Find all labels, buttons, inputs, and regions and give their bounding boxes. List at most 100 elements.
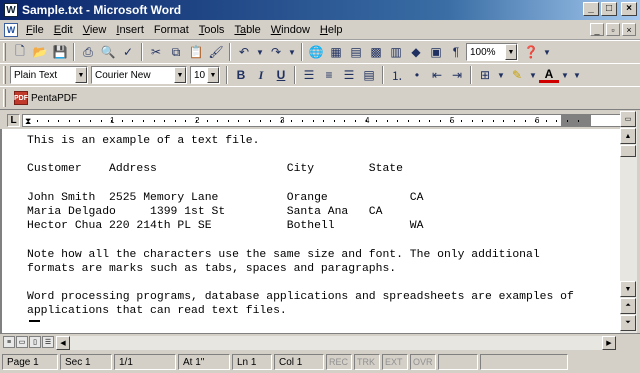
highlight-dropdown-icon[interactable]: ▼ (527, 65, 539, 85)
toolbar-options-icon[interactable]: ▼ (571, 65, 583, 85)
zoom-select[interactable]: 100% ▼ (466, 43, 518, 61)
font-size-select[interactable]: 10 ▼ (190, 66, 220, 84)
highlight-icon[interactable]: ✎ (507, 65, 527, 85)
format-painter-icon[interactable]: 🖌 (206, 42, 226, 62)
document-line[interactable]: formats are marks such as tabs, spaces a… (27, 262, 574, 276)
document-area[interactable]: This is an example of a text file. Custom… (0, 129, 620, 333)
menu-edit[interactable]: Edit (49, 24, 78, 36)
status-ext[interactable]: EXT (382, 354, 408, 370)
document-text[interactable]: This is an example of a text file. Custom… (27, 134, 574, 318)
tab-selector-button[interactable]: L (7, 114, 20, 127)
status-ovr[interactable]: OVR (410, 354, 436, 370)
italic-button[interactable]: I (251, 65, 271, 85)
underline-button[interactable]: U (271, 65, 291, 85)
pentapdf-button[interactable]: PDF PentaPDF (10, 88, 81, 108)
font-color-icon[interactable]: A (539, 67, 559, 83)
menu-format[interactable]: Format (149, 24, 194, 36)
open-folder-icon[interactable]: 📂 (30, 42, 50, 62)
drawing-icon[interactable]: ◆ (406, 42, 426, 62)
insert-table-icon[interactable]: ▤ (346, 42, 366, 62)
new-document-icon[interactable]: 🗋 (10, 42, 30, 62)
menu-help[interactable]: Help (315, 24, 348, 36)
indent-marker-icon[interactable]: ⧗ (25, 115, 31, 126)
document-line[interactable] (27, 148, 574, 162)
bold-button[interactable]: B (231, 65, 251, 85)
chevron-down-icon[interactable]: ▼ (75, 67, 87, 83)
status-rec[interactable]: REC (326, 354, 352, 370)
horizontal-ruler[interactable]: ⧗ 123456 (22, 114, 622, 127)
doc-minimize-button[interactable]: _ (590, 23, 604, 36)
cut-icon[interactable]: ✂ (146, 42, 166, 62)
document-icon[interactable]: W (4, 22, 18, 37)
doc-close-button[interactable]: × (622, 23, 636, 36)
hyperlink-icon[interactable]: 🌐 (306, 42, 326, 62)
menu-insert[interactable]: Insert (111, 24, 149, 36)
toolbar-grip[interactable] (3, 66, 6, 84)
horizontal-scrollbar[interactable]: ◀ ▶ (56, 336, 616, 350)
scroll-down-icon[interactable]: ▼ (620, 281, 636, 297)
status-trk[interactable]: TRK (354, 354, 380, 370)
style-select[interactable]: Plain Text ▼ (10, 66, 88, 84)
copy-icon[interactable]: ⧉ (166, 42, 186, 62)
menu-file[interactable]: File (21, 24, 49, 36)
toolbar-options-icon[interactable]: ▼ (541, 42, 553, 62)
web-view-icon[interactable]: ▭ (16, 336, 28, 348)
save-icon[interactable]: 💾 (50, 42, 70, 62)
paste-icon[interactable]: 📋 (186, 42, 206, 62)
menu-view[interactable]: View (78, 24, 112, 36)
chevron-down-icon[interactable]: ▼ (174, 67, 186, 83)
document-line[interactable]: John Smith 2525 Memory Lane Orange CA (27, 191, 574, 205)
document-line[interactable] (27, 177, 574, 191)
undo-icon[interactable]: ↶ (234, 42, 254, 62)
redo-dropdown-icon[interactable]: ▼ (286, 42, 298, 62)
bullets-icon[interactable]: • (407, 65, 427, 85)
font-color-dropdown-icon[interactable]: ▼ (559, 65, 571, 85)
print-icon[interactable]: ⎙ (78, 42, 98, 62)
align-left-icon[interactable]: ☰ (299, 65, 319, 85)
justify-icon[interactable]: ▤ (359, 65, 379, 85)
print-preview-icon[interactable]: 🔍 (98, 42, 118, 62)
outline-view-icon[interactable]: ☰ (42, 336, 54, 348)
scroll-thumb[interactable] (620, 145, 636, 157)
doc-restore-button[interactable]: ▫ (606, 23, 620, 36)
ruler-toggle-icon[interactable]: ▭ (620, 111, 636, 127)
tables-borders-icon[interactable]: ▦ (326, 42, 346, 62)
normal-view-icon[interactable]: ≡ (3, 336, 15, 348)
scroll-left-icon[interactable]: ◀ (56, 336, 70, 350)
document-line[interactable]: Hector Chua 220 214th PL SE Bothell WA (27, 219, 574, 233)
insert-excel-icon[interactable]: ▩ (366, 42, 386, 62)
document-line[interactable]: Note how all the characters use the same… (27, 248, 574, 262)
document-line[interactable]: Maria Delgado 1399 1st St Santa Ana CA (27, 205, 574, 219)
menu-tools[interactable]: Tools (194, 24, 230, 36)
menu-window[interactable]: Window (266, 24, 315, 36)
align-center-icon[interactable]: ≡ (319, 65, 339, 85)
document-line[interactable]: Word processing programs, database appli… (27, 290, 574, 304)
document-line[interactable] (27, 233, 574, 247)
maximize-button[interactable]: □ (601, 2, 617, 16)
chevron-down-icon[interactable]: ▼ (207, 67, 219, 83)
font-select[interactable]: Courier New ▼ (91, 66, 187, 84)
spelling-icon[interactable]: ✓ (118, 42, 138, 62)
undo-dropdown-icon[interactable]: ▼ (254, 42, 266, 62)
columns-icon[interactable]: ▥ (386, 42, 406, 62)
close-button[interactable]: × (621, 2, 637, 16)
show-hide-icon[interactable]: ¶ (446, 42, 466, 62)
scroll-right-icon[interactable]: ▶ (602, 336, 616, 350)
align-right-icon[interactable]: ☰ (339, 65, 359, 85)
scroll-up-icon[interactable]: ▲ (620, 128, 636, 144)
menu-table[interactable]: Table (229, 24, 265, 36)
toolbar-grip[interactable] (3, 43, 6, 61)
help-icon[interactable]: ❓ (521, 42, 541, 62)
chevron-down-icon[interactable]: ▼ (505, 44, 517, 60)
print-view-icon[interactable]: ▯ (29, 336, 41, 348)
borders-icon[interactable]: ⊞ (475, 65, 495, 85)
document-line[interactable]: This is an example of a text file. (27, 134, 574, 148)
vertical-scrollbar[interactable]: ▭ ▲ ▼ ⏶ ⏷ (620, 111, 637, 333)
toolbar-grip[interactable] (3, 89, 6, 107)
previous-page-icon[interactable]: ⏶ (620, 298, 636, 314)
borders-dropdown-icon[interactable]: ▼ (495, 65, 507, 85)
increase-indent-icon[interactable]: ⇥ (447, 65, 467, 85)
next-page-icon[interactable]: ⏷ (620, 315, 636, 331)
minimize-button[interactable]: _ (583, 2, 599, 16)
document-line[interactable] (27, 276, 574, 290)
